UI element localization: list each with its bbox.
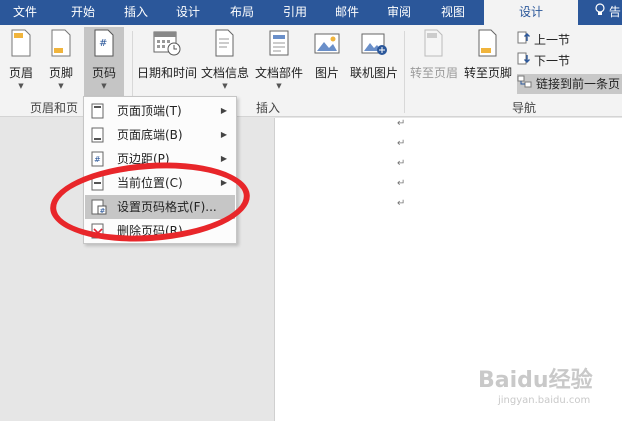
svg-text:#: #: [100, 207, 106, 215]
footer-button[interactable]: 页脚 ▼: [44, 29, 78, 90]
online-picture-label: 联机图片: [349, 66, 398, 80]
picture-button[interactable]: 图片: [310, 29, 344, 81]
doc-info-button[interactable]: 文档信息 ▼: [200, 29, 250, 90]
menu-item-remove-page-numbers[interactable]: 删除页码(R): [85, 219, 235, 243]
next-section-button[interactable]: 下一节: [517, 51, 570, 71]
date-time-button[interactable]: 日期和时间: [136, 29, 198, 81]
paragraph-mark: ↵: [397, 198, 406, 209]
tab-insert[interactable]: 插入: [112, 0, 160, 25]
lightbulb-icon: [595, 3, 609, 19]
chevron-down-icon: ▼: [276, 82, 282, 90]
online-picture-icon: [348, 29, 400, 60]
tab-references[interactable]: 引用: [272, 0, 318, 25]
goto-header-icon: [408, 29, 460, 60]
picture-icon: [310, 29, 344, 60]
menu-item-current-position[interactable]: 当前位置(C) ▶: [85, 171, 235, 195]
menu-item-label: 页面顶端(T): [117, 104, 182, 118]
tab-file[interactable]: 文件: [0, 0, 50, 25]
svg-text:#: #: [99, 38, 107, 49]
paragraph-mark: ↵: [397, 158, 406, 169]
watermark-logo: Baidu经验: [478, 368, 593, 393]
chevron-right-icon: ▶: [220, 130, 227, 139]
menu-item-top-of-page[interactable]: 页面顶端(T) ▶: [85, 99, 235, 123]
page-number-button[interactable]: # 页码 ▼: [84, 27, 124, 97]
goto-footer-label: 转至页脚: [463, 66, 512, 80]
ribbon-separator: [404, 31, 405, 113]
chevron-down-icon: ▼: [18, 82, 24, 90]
link-to-previous-label: 链接到前一条页: [536, 77, 621, 91]
goto-header-label: 转至页眉: [409, 66, 458, 80]
menu-item-label: 当前位置(C): [117, 176, 183, 190]
menu-item-label: 页边距(P): [117, 152, 170, 166]
header-button[interactable]: 页眉 ▼: [4, 29, 38, 90]
menu-item-label: 设置页码格式(F)...: [117, 200, 217, 214]
header-label: 页眉: [8, 66, 33, 80]
tab-view[interactable]: 视图: [430, 0, 476, 25]
tab-mailings[interactable]: 邮件: [324, 0, 370, 25]
next-section-label: 下一节: [534, 54, 571, 68]
paragraph-mark: ↵: [397, 138, 406, 149]
paragraph-mark: ↵: [397, 118, 406, 129]
page-number-menu: 页面顶端(T) ▶ 页面底端(B) ▶ # 页边距(P) ▶ 当前位置(C) ▶…: [83, 96, 237, 244]
footer-label: 页脚: [48, 66, 73, 80]
tab-header-footer-design[interactable]: 设计: [484, 0, 578, 25]
arrow-down-icon: [517, 52, 531, 72]
tab-home[interactable]: 开始: [58, 0, 108, 25]
previous-section-label: 上一节: [534, 33, 571, 47]
svg-text:#: #: [94, 155, 101, 164]
chevron-down-icon: ▼: [101, 82, 107, 90]
online-picture-button[interactable]: 联机图片: [348, 29, 400, 81]
date-time-label: 日期和时间: [136, 66, 197, 80]
chevron-down-icon: ▼: [58, 82, 64, 90]
menu-item-label: 删除页码(R): [117, 224, 183, 238]
document-info-icon: [200, 29, 250, 60]
group-label-header-footer: 页眉和页: [30, 101, 79, 115]
tell-me-box[interactable]: 告: [595, 0, 621, 25]
menu-item-page-margins[interactable]: # 页边距(P) ▶: [85, 147, 235, 171]
previous-section-button[interactable]: 上一节: [517, 30, 570, 50]
doc-parts-label: 文档部件: [254, 66, 303, 80]
doc-parts-button[interactable]: 文档部件 ▼: [254, 29, 304, 90]
link-icon: [517, 75, 533, 95]
goto-header-button[interactable]: 转至页眉: [408, 29, 460, 81]
document-parts-icon: [254, 29, 304, 60]
goto-footer-button[interactable]: 转至页脚: [462, 29, 514, 81]
footer-icon: [44, 29, 78, 60]
calendar-clock-icon: [136, 29, 198, 60]
arrow-up-icon: [517, 31, 531, 51]
doc-info-label: 文档信息: [200, 66, 249, 80]
tell-me-label: 告: [608, 5, 621, 19]
tab-layout[interactable]: 布局: [218, 0, 266, 25]
remove-page-number-icon: [91, 223, 105, 247]
picture-label: 图片: [314, 66, 339, 80]
chevron-right-icon: ▶: [220, 154, 227, 163]
tab-design[interactable]: 设计: [164, 0, 212, 25]
page-number-label: 页码: [91, 66, 116, 80]
goto-footer-icon: [462, 29, 514, 60]
chevron-right-icon: ▶: [220, 178, 227, 187]
chevron-right-icon: ▶: [220, 106, 227, 115]
group-label-navigation: 导航: [512, 101, 537, 115]
header-icon: [4, 29, 38, 60]
paragraph-mark: ↵: [397, 178, 406, 189]
tab-review[interactable]: 审阅: [376, 0, 422, 25]
menu-item-label: 页面底端(B): [117, 128, 183, 142]
menu-item-format-page-numbers[interactable]: # 设置页码格式(F)...: [85, 195, 235, 219]
group-label-insert: 插入: [256, 101, 281, 115]
page-number-icon: #: [84, 29, 124, 60]
watermark-url: jingyan.baidu.com: [498, 395, 591, 406]
link-to-previous-button[interactable]: 链接到前一条页: [517, 74, 622, 94]
chevron-down-icon: ▼: [222, 82, 228, 90]
ribbon-tab-bar: 文件 开始 插入 设计 布局 引用 邮件 审阅 视图 设计 告: [0, 0, 622, 25]
menu-item-bottom-of-page[interactable]: 页面底端(B) ▶: [85, 123, 235, 147]
